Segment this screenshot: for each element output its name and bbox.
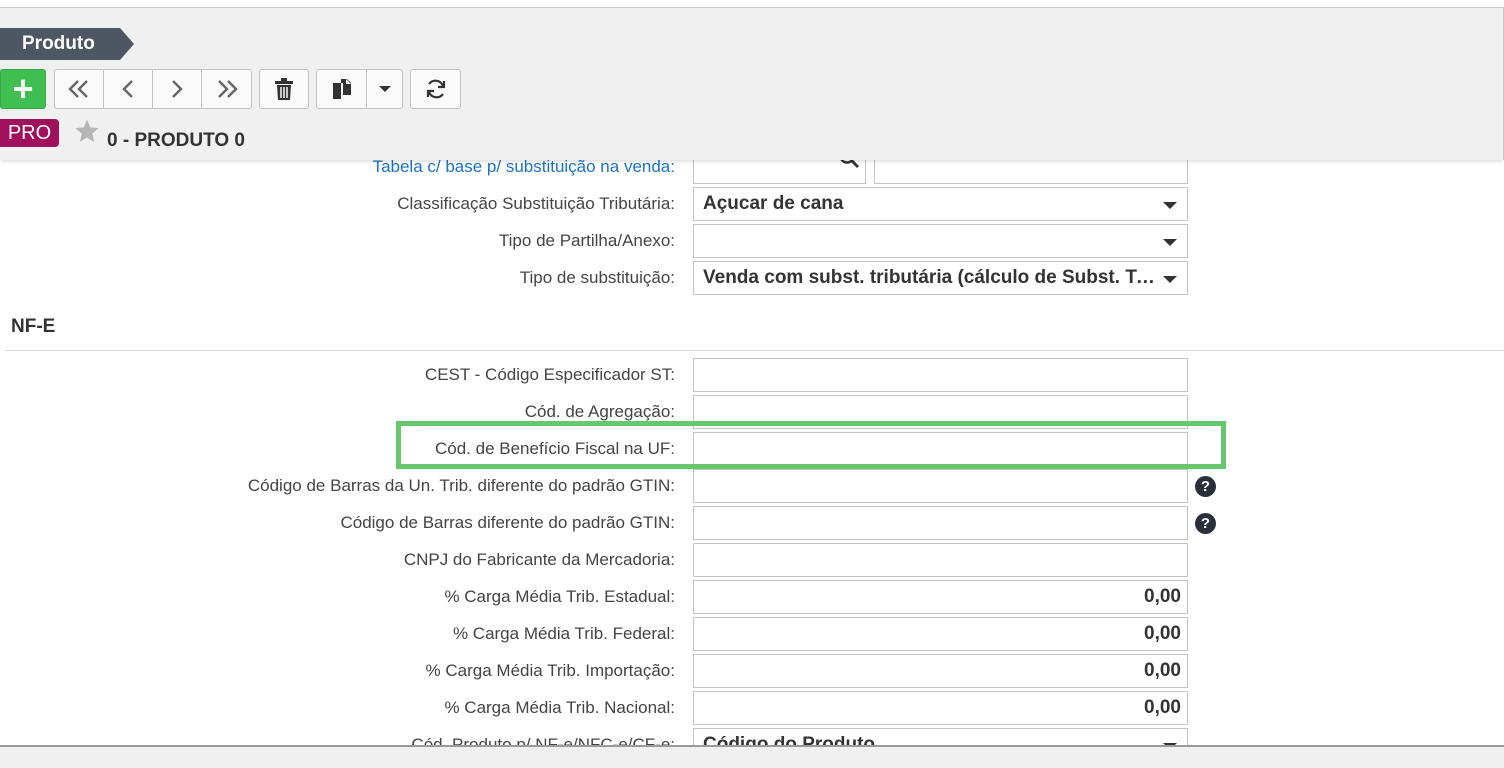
next-record-button[interactable] [152,69,202,109]
section-title-nfe: NF-E [11,316,56,337]
tabela-base-description-input[interactable] [874,160,1188,184]
help-icon[interactable]: ? [1195,513,1216,534]
row-carga-importacao: % Carga Média Trib. Importação: 0,00 [0,654,1504,688]
row-barras-gtin: Código de Barras diferente do padrão GTI… [0,506,1504,540]
row-carga-federal: % Carga Média Trib. Federal: 0,00 [0,617,1504,651]
row-tipo-partilha: Tipo de Partilha/Anexo: [0,224,1504,258]
classificacao-st-value: Açucar de cana [703,193,844,214]
cod-produto-nfe-select[interactable]: Código do Produto [693,728,1188,745]
cod-agregacao-label: Cód. de Agregação: [524,402,675,421]
double-chevron-right-icon [217,80,238,98]
row-classificacao-st: Classificação Substituição Tributária: A… [0,187,1504,221]
tipo-substituicao-label: Tipo de substituição: [519,268,675,287]
carga-federal-label: % Carga Média Trib. Federal: [452,624,675,643]
tipo-substituicao-value: Venda com subst. tributária (cálculo de … [703,267,1188,288]
row-cod-beneficio-fiscal: Cód. de Benefício Fiscal na UF: [0,432,1504,466]
barras-gtin-label: Código de Barras diferente do padrão GTI… [340,513,675,532]
row-carga-estadual: % Carga Média Trib. Estadual: 0,00 [0,580,1504,614]
tabela-base-label-link[interactable]: Tabela c/ base p/ substituição na venda: [373,160,675,184]
chevron-left-icon [122,80,133,98]
chevron-down-icon [1163,276,1177,283]
row-cod-agregacao: Cód. de Agregação: [0,395,1504,429]
carga-estadual-input[interactable]: 0,00 [693,580,1188,614]
page-title: Produto [0,28,134,60]
tipo-partilha-label: Tipo de Partilha/Anexo: [498,231,675,250]
add-button[interactable]: + [0,69,46,109]
star-icon[interactable] [74,118,100,144]
caret-down-icon [378,86,391,92]
row-tipo-substituicao: Tipo de substituição: Venda com subst. t… [0,261,1504,295]
previous-record-button[interactable] [103,69,153,109]
row-carga-nacional: % Carga Média Trib. Nacional: 0,00 [0,691,1504,725]
copy-icon [332,79,351,99]
product-badge: PRO [0,119,59,147]
row-cod-produto-nfe: Cód. Produto p/ NF-e/NFC-e/CF-e: Código … [0,728,1504,745]
cnpj-fabricante-input[interactable] [693,543,1188,577]
classificacao-st-select[interactable]: Açucar de cana [693,187,1188,221]
bottom-bar [0,745,1504,768]
row-cnpj-fabricante: CNPJ do Fabricante da Mercadoria: [0,543,1504,577]
barras-un-trib-input[interactable] [693,469,1188,503]
tipo-partilha-select[interactable] [693,224,1188,258]
record-title: 0 - PRODUTO 0 [107,130,245,151]
page-header: Produto + PRO 0 - PRODUTO 0 [0,8,1504,160]
copy-button[interactable] [316,69,367,109]
cest-input[interactable] [693,358,1188,392]
carga-federal-input[interactable]: 0,00 [693,617,1188,651]
cod-produto-nfe-value: Código do Produto [703,734,876,745]
top-border [0,0,1504,8]
chevron-down-icon [1163,202,1177,209]
double-chevron-left-icon [68,80,88,98]
trash-icon [275,78,293,100]
section-divider [5,350,1504,351]
carga-nacional-input[interactable]: 0,00 [693,691,1188,725]
chevron-right-icon [172,80,183,98]
cod-beneficio-fiscal-input[interactable] [693,432,1188,466]
classificacao-st-label: Classificação Substituição Tributária: [397,194,675,213]
tipo-substituicao-select[interactable]: Venda com subst. tributária (cálculo de … [693,261,1188,295]
barras-gtin-input[interactable] [693,506,1188,540]
refresh-icon [426,79,445,99]
last-record-button[interactable] [201,69,252,109]
row-barras-un-trib: Código de Barras da Un. Trib. diferente … [0,469,1504,503]
cod-beneficio-fiscal-label: Cód. de Benefício Fiscal na UF: [434,439,675,458]
carga-importacao-label: % Carga Média Trib. Importação: [425,661,675,680]
row-tabela-base: Tabela c/ base p/ substituição na venda: [0,160,1504,184]
help-icon[interactable]: ? [1195,476,1216,497]
first-record-button[interactable] [54,69,104,109]
search-icon[interactable] [838,160,860,169]
chevron-down-icon [1163,239,1177,246]
cnpj-fabricante-label: CNPJ do Fabricante da Mercadoria: [403,550,675,569]
cest-label: CEST - Código Especificador ST: [424,365,675,384]
cod-produto-nfe-label: Cód. Produto p/ NF-e/NFC-e/CF-e: [411,735,675,745]
carga-importacao-input[interactable]: 0,00 [693,654,1188,688]
cod-agregacao-input[interactable] [693,395,1188,429]
plus-icon: + [12,68,34,109]
refresh-button[interactable] [410,69,461,109]
carga-nacional-label: % Carga Média Trib. Nacional: [444,698,675,717]
carga-estadual-label: % Carga Média Trib. Estadual: [444,587,675,606]
form-content: Tabela c/ base p/ substituição na venda:… [0,160,1504,745]
row-cest: CEST - Código Especificador ST: [0,358,1504,392]
delete-button[interactable] [259,69,309,109]
barras-un-trib-label: Código de Barras da Un. Trib. diferente … [247,476,675,495]
copy-options-dropdown[interactable] [366,69,403,109]
